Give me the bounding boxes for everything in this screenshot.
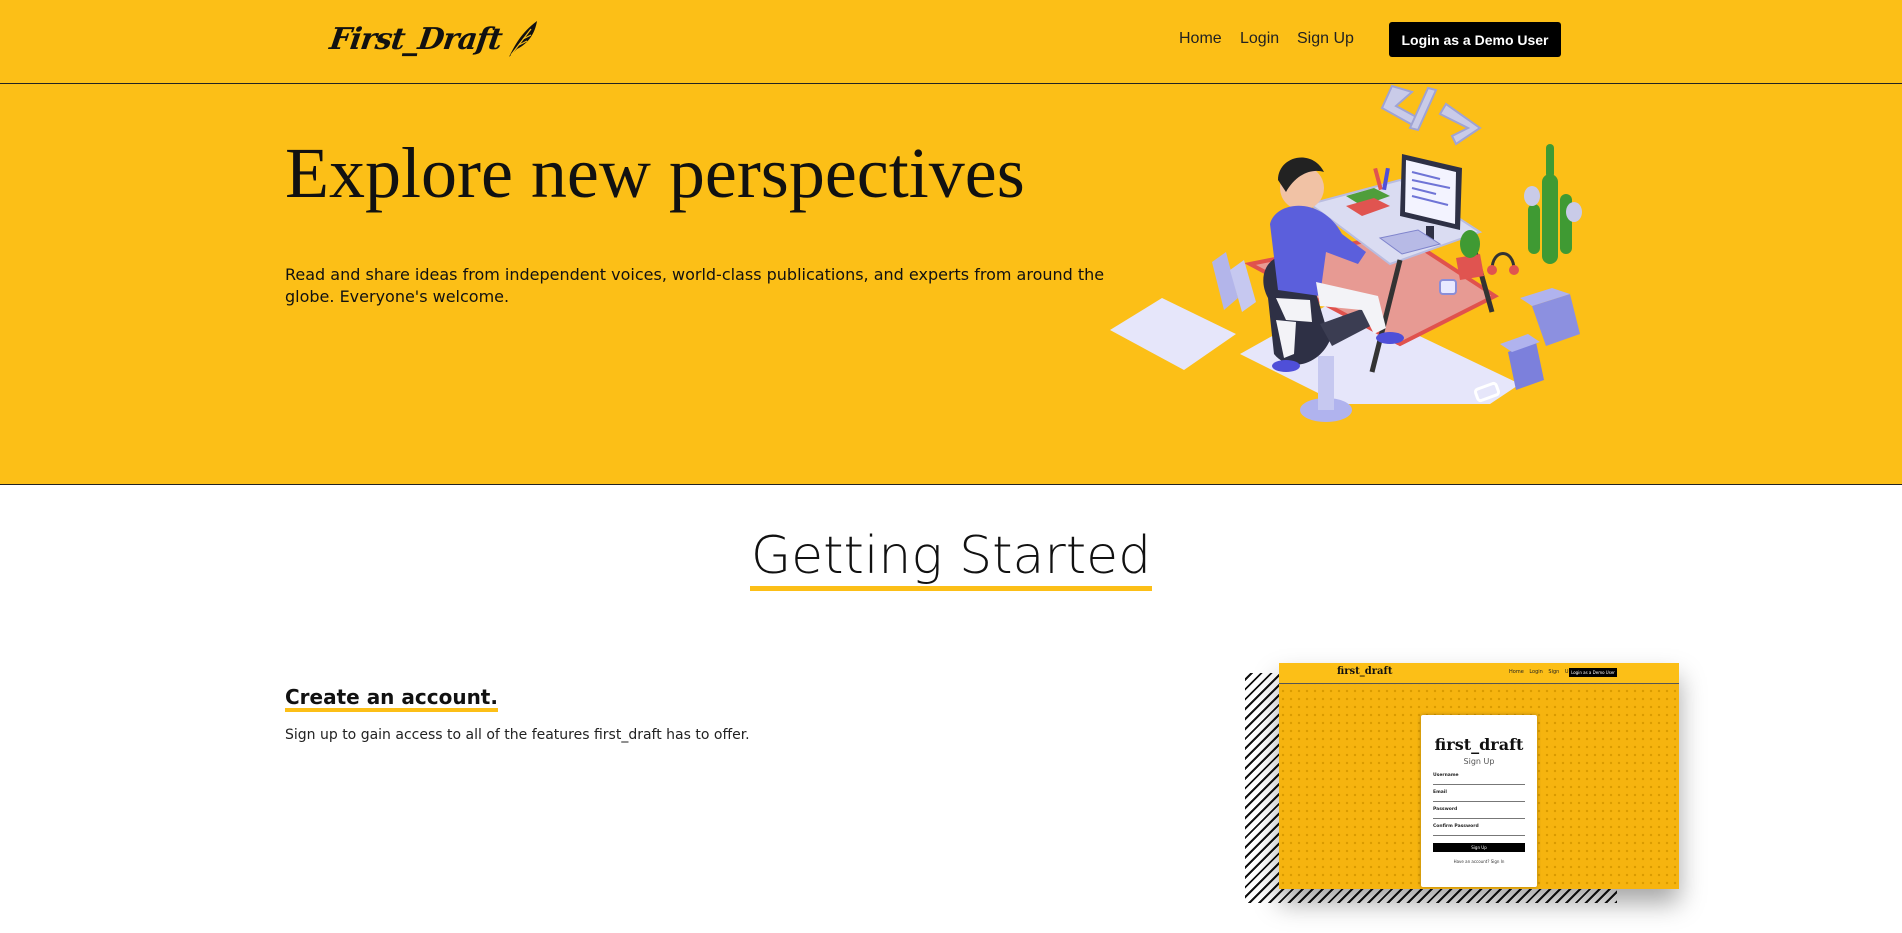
demo-login-button[interactable]: Login as a Demo User	[1389, 22, 1561, 57]
signup-preview-screenshot: first_draft Home Login Sign Up Login as …	[1245, 663, 1685, 913]
nav-login-link[interactable]: Login	[1240, 30, 1279, 48]
top-navbar: First_Draft Home Login Sign Up Login as …	[0, 0, 1902, 84]
preview-password-field: Password	[1433, 807, 1525, 819]
preview-card-title: first_draft	[1434, 735, 1524, 754]
preview-email-field: Email	[1433, 790, 1525, 802]
feather-icon	[509, 21, 538, 57]
preview-username-field: Username	[1433, 773, 1525, 785]
nav-signup-link[interactable]: Sign Up	[1297, 30, 1354, 48]
create-account-description: Sign up to gain access to all of the fea…	[285, 727, 750, 743]
getting-started-text: Getting Started	[749, 526, 1153, 591]
hero-title: Explore new perspectives	[285, 133, 1025, 213]
preview-confirm-password-field: Confirm Password	[1433, 824, 1525, 836]
logo-text: First_Draft	[327, 21, 504, 57]
preview-signup-button: Sign Up	[1433, 843, 1525, 852]
preview-logo: first_draft	[1337, 666, 1393, 677]
preview-card-subtitle: Sign Up	[1463, 757, 1495, 766]
create-account-heading: Create an account.	[285, 686, 498, 712]
hero-section: Explore new perspectives Read and share …	[0, 84, 1902, 485]
preview-demo-button: Login as a Demo User	[1569, 668, 1617, 677]
preview-image: first_draft Home Login Sign Up Login as …	[1279, 663, 1679, 889]
hero-subtitle: Read and share ideas from independent vo…	[285, 265, 1105, 306]
preview-signup-card: first_draft Sign Up Username Email Passw…	[1421, 715, 1537, 887]
getting-started-heading: Getting Started	[0, 526, 1902, 591]
preview-navbar: first_draft Home Login Sign Up Login as …	[1279, 663, 1679, 684]
preview-nav: Home Login Sign Up	[1509, 669, 1572, 675]
nav-home-link[interactable]: Home	[1179, 30, 1222, 48]
developer-desk-illustration	[1110, 84, 1582, 422]
preview-signin-link: Have an account? Sign In	[1453, 859, 1505, 864]
logo[interactable]: First_Draft	[327, 14, 539, 64]
